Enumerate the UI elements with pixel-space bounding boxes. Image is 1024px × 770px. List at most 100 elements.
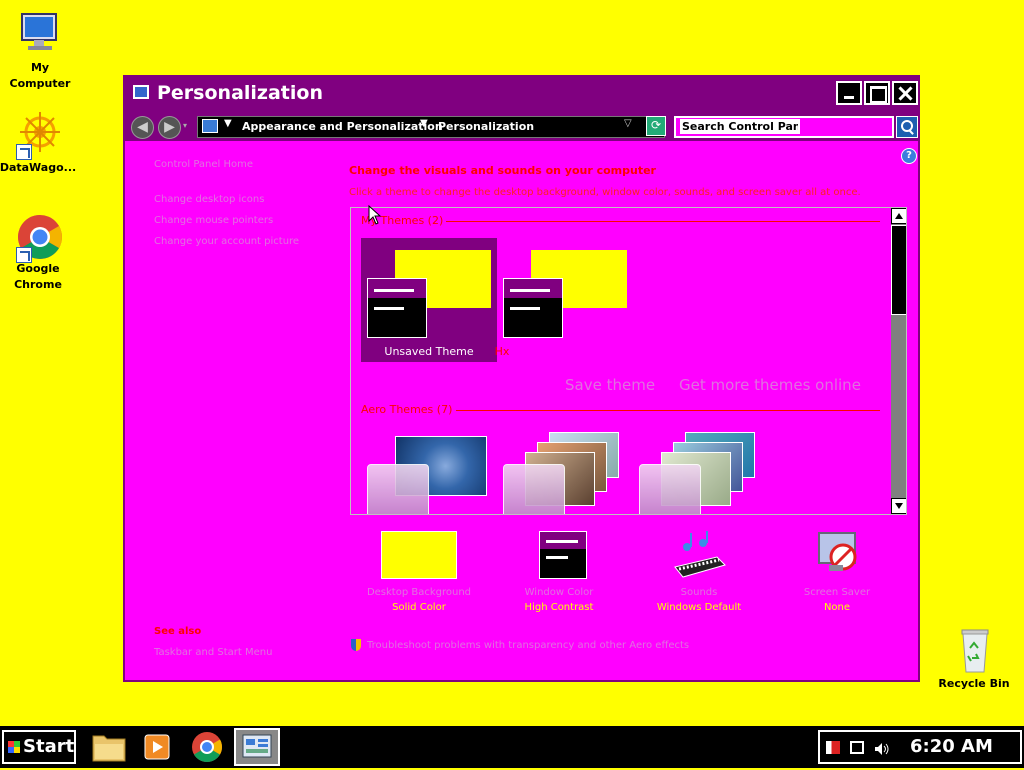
close-button[interactable] xyxy=(892,81,918,105)
link-change-account-picture[interactable]: Change your account picture xyxy=(154,236,299,247)
aero-theme-landscapes[interactable] xyxy=(633,432,763,514)
folder-icon xyxy=(92,735,126,762)
my-computer-icon xyxy=(16,10,64,58)
tile-screen-saver[interactable]: Screen Saver None xyxy=(781,531,893,613)
taskbar-media-player[interactable] xyxy=(134,728,180,766)
troubleshoot-link[interactable]: Troubleshoot problems with transparency … xyxy=(351,639,689,651)
shortcut-arrow-icon xyxy=(16,144,32,160)
sounds-icon xyxy=(661,531,737,579)
theme-unsaved[interactable]: Unsaved Theme xyxy=(361,238,497,362)
back-button[interactable]: ◀ xyxy=(131,116,154,139)
taskbar-control-panel[interactable] xyxy=(234,728,280,766)
theme-name: Hx xyxy=(494,345,510,358)
start-label: Start xyxy=(23,736,75,757)
screen-saver-icon xyxy=(799,531,875,579)
tile-label: Sounds xyxy=(680,587,718,598)
mouse-cursor-icon xyxy=(368,205,382,225)
aero-theme-architecture[interactable] xyxy=(497,432,627,514)
tile-window-color[interactable]: Window Color High Contrast xyxy=(503,531,615,613)
search-box[interactable] xyxy=(674,116,894,138)
forward-button[interactable]: ▶ xyxy=(158,116,181,139)
page-subtext: Click a theme to change the desktop back… xyxy=(349,187,861,198)
title-bar[interactable]: Personalization xyxy=(125,77,918,113)
network-icon[interactable] xyxy=(850,741,864,754)
personalization-window: Personalization ◀ ▶ ▾ ▼ Appearance and P… xyxy=(123,75,920,682)
address-bar[interactable]: ▼ Appearance and Personalization ▼ Perso… xyxy=(197,116,665,138)
start-button[interactable]: Start xyxy=(2,730,76,764)
windows-logo-icon xyxy=(8,741,20,753)
scroll-down-button[interactable] xyxy=(891,498,906,514)
clock[interactable]: 6:20 AM xyxy=(910,736,993,757)
divider xyxy=(456,410,880,411)
desktop-icon-google-chrome[interactable]: Google Chrome xyxy=(0,213,78,293)
scroll-thumb[interactable] xyxy=(891,225,906,315)
page-heading: Change the visuals and sounds on your co… xyxy=(349,164,656,177)
recent-pages-dropdown-icon[interactable]: ▾ xyxy=(183,121,187,130)
control-panel-icon xyxy=(202,119,218,133)
chevron-down-icon[interactable]: ▼ xyxy=(420,118,428,129)
link-control-panel-home[interactable]: Control Panel Home xyxy=(154,159,253,170)
breadcrumb-appearance[interactable]: Appearance and Personalization xyxy=(242,120,443,133)
desktop-icon-label: DataWago... xyxy=(0,161,77,174)
taskbar: Start 6:20 AM xyxy=(0,726,1024,768)
taskbar-explorer[interactable] xyxy=(86,728,132,766)
get-more-themes-link[interactable]: Get more themes online xyxy=(679,376,861,394)
see-also-heading: See also xyxy=(154,626,202,637)
tile-value: None xyxy=(823,602,851,613)
link-change-mouse-pointers[interactable]: Change mouse pointers xyxy=(154,215,273,226)
window-color-icon xyxy=(521,531,597,579)
theme-glass-preview xyxy=(367,464,429,514)
theme-window-preview xyxy=(367,278,427,338)
recycle-bin-icon xyxy=(950,626,998,674)
desktop-icon-my-computer[interactable]: My Computer xyxy=(0,10,80,92)
desktop-icon-datawago[interactable]: DataWago... xyxy=(0,110,78,176)
link-change-desktop-icons[interactable]: Change desktop icons xyxy=(154,194,264,205)
theme-window-preview xyxy=(503,278,563,338)
taskbar-chrome[interactable] xyxy=(184,728,230,766)
tile-value: Windows Default xyxy=(656,602,742,613)
media-player-icon xyxy=(144,734,170,760)
control-panel-icon xyxy=(133,85,149,99)
tile-value: High Contrast xyxy=(524,602,594,613)
theme-glass-preview xyxy=(639,464,701,514)
theme-hx[interactable]: Hx xyxy=(495,238,633,362)
breadcrumb-personalization[interactable]: Personalization xyxy=(438,120,534,133)
system-tray: 6:20 AM xyxy=(818,730,1022,764)
desktop-icon-recycle-bin[interactable]: Recycle Bin xyxy=(934,626,1014,692)
desktop-background-icon xyxy=(381,531,457,579)
desktop-icon-label: My Computer xyxy=(9,61,71,90)
refresh-button[interactable]: ⟳ xyxy=(646,116,666,136)
save-theme-link[interactable]: Save theme xyxy=(565,376,655,394)
navigation-bar: ◀ ▶ ▾ ▼ Appearance and Personalization ▼… xyxy=(125,113,918,141)
control-panel-icon xyxy=(242,734,272,758)
tile-sounds[interactable]: Sounds Windows Default xyxy=(643,531,755,613)
action-center-flag-icon[interactable] xyxy=(826,741,840,754)
scroll-up-button[interactable] xyxy=(891,208,906,224)
tile-label: Window Color xyxy=(524,587,594,598)
window-title: Personalization xyxy=(157,82,323,104)
theme-list[interactable]: My Themes (2) Unsaved Theme Hx Save them… xyxy=(350,207,907,515)
datawago-icon xyxy=(14,110,62,160)
theme-glass-preview xyxy=(503,464,565,514)
troubleshoot-label: Troubleshoot problems with transparency … xyxy=(367,640,690,651)
search-input[interactable] xyxy=(680,119,800,134)
link-taskbar-start-menu[interactable]: Taskbar and Start Menu xyxy=(154,647,272,658)
search-icon[interactable] xyxy=(896,116,918,138)
tile-label: Desktop Background xyxy=(366,587,472,598)
tile-desktop-background[interactable]: Desktop Background Solid Color xyxy=(363,531,475,613)
desktop-icon-label: Recycle Bin xyxy=(938,677,1010,690)
aero-theme-windows-7[interactable] xyxy=(361,436,491,514)
shortcut-arrow-icon xyxy=(16,247,32,263)
chevron-down-icon[interactable]: ▼ xyxy=(224,118,232,129)
theme-list-scrollbar[interactable] xyxy=(891,208,906,514)
address-dropdown-icon[interactable]: ▽ xyxy=(624,118,632,129)
minimize-button[interactable] xyxy=(836,81,862,105)
chrome-icon xyxy=(14,213,62,263)
maximize-button[interactable] xyxy=(864,81,890,105)
tile-value: Solid Color xyxy=(392,602,446,613)
tile-label: Screen Saver xyxy=(803,587,871,598)
aero-themes-heading: Aero Themes (7) xyxy=(361,403,453,416)
divider xyxy=(446,221,880,222)
volume-icon[interactable] xyxy=(874,741,889,755)
help-icon[interactable]: ? xyxy=(901,148,917,164)
